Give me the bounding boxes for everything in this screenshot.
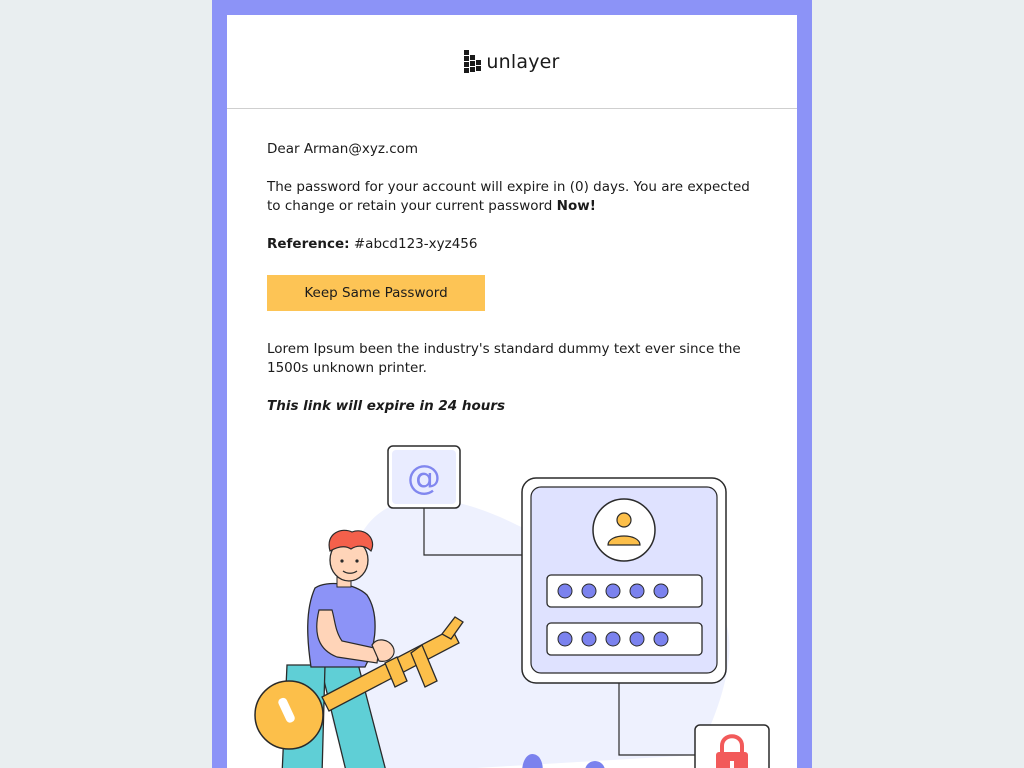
dot-shape (585, 761, 605, 768)
brand-name: unlayer (486, 50, 560, 73)
at-sign-icon: @ (387, 445, 461, 509)
password-illustration: @ (254, 445, 770, 768)
email-header: unlayer (227, 15, 797, 109)
password-field-1 (546, 574, 703, 608)
reference-label: Reference: (267, 236, 350, 252)
link-expiry-note: This link will expire in 24 hours (267, 398, 506, 414)
padlock-icon (694, 724, 770, 768)
password-field-2 (546, 622, 703, 656)
user-avatar-icon (592, 498, 656, 562)
brand-logo: unlayer (464, 48, 559, 76)
email-card: unlayer Dear Arman@xyz.com The password … (227, 15, 797, 768)
at-symbol: @ (407, 458, 441, 498)
expiry-notice: The password for your account will expir… (267, 178, 757, 216)
email-frame: unlayer Dear Arman@xyz.com The password … (212, 0, 812, 768)
login-panel (521, 477, 727, 684)
reference-value: #abcd123-xyz456 (349, 236, 478, 252)
body-text: Lorem Ipsum been the industry's standard… (267, 341, 741, 376)
expiry-notice-text: The password for your account will expir… (267, 179, 750, 214)
greeting-text: Dear Arman@xyz.com (267, 141, 419, 157)
keep-same-password-button[interactable]: Keep Same Password (267, 275, 485, 311)
expiry-notice-emphasis: Now! (556, 198, 596, 214)
email-body: Dear Arman@xyz.com The password for your… (227, 140, 797, 416)
unlayer-logo-icon (464, 49, 482, 73)
reference-line: Reference: #abcd123-xyz456 (267, 235, 757, 254)
